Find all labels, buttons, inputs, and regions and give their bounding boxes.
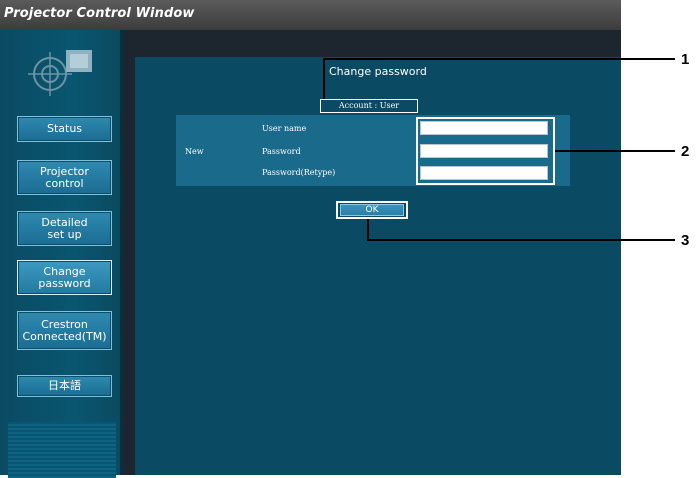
page-title: Change password <box>329 65 427 78</box>
sidebar-item-change-password[interactable]: Change password <box>17 260 112 295</box>
callout-2: 2 <box>681 143 690 160</box>
title-bar: Projector Control Window <box>0 0 621 30</box>
username-label: User name <box>262 124 307 133</box>
callout-3: 3 <box>681 232 690 249</box>
sidebar-item-japanese[interactable]: 日本語 <box>17 375 112 397</box>
ok-button[interactable]: OK <box>340 204 404 216</box>
callout-1: 1 <box>681 51 690 68</box>
sidebar-item-projector-control[interactable]: Projector control <box>17 160 112 195</box>
new-section-label: New <box>185 147 204 156</box>
password-retype-field[interactable] <box>420 166 548 180</box>
account-label: Account : User <box>320 99 418 113</box>
password-field[interactable] <box>420 144 548 158</box>
sidebar-item-status[interactable]: Status <box>17 116 112 142</box>
sidebar-item-crestron[interactable]: Crestron Connected(TM) <box>17 311 112 350</box>
sidebar-decoration <box>8 422 116 478</box>
window-title: Projector Control Window <box>4 6 195 21</box>
password-retype-label: Password(Retype) <box>262 168 336 177</box>
username-field[interactable] <box>420 121 548 135</box>
sidebar-item-detailed-setup[interactable]: Detailed set up <box>17 211 112 246</box>
password-label: Password <box>262 147 301 156</box>
logo-icon <box>28 50 92 96</box>
